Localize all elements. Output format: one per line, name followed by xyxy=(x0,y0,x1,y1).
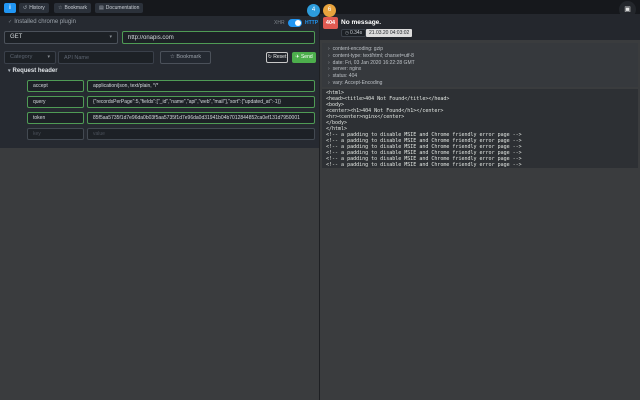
send-button[interactable]: ✈ Send xyxy=(292,52,316,63)
bullet-icon: › xyxy=(328,79,330,86)
response-header-text: content-encoding: gzip xyxy=(332,46,383,52)
status-message: No message. xyxy=(341,19,382,26)
caret-down-icon: ▾ xyxy=(8,68,11,74)
category-select[interactable]: Category ▾ xyxy=(4,51,56,64)
header-value-input[interactable] xyxy=(87,80,315,92)
bullet-icon: › xyxy=(328,46,330,52)
bookmark-nav-label: Bookmark xyxy=(64,5,87,11)
plugin-status-label: Installed chrome plugin xyxy=(14,19,76,25)
category-placeholder: Category xyxy=(10,54,33,60)
orange-count-badge[interactable]: 6 xyxy=(323,4,336,17)
response-header-text: status: 404 xyxy=(332,73,358,80)
xhr-http-toggle[interactable] xyxy=(288,19,302,27)
response-header-text: content-type: text/html; charset=utf-8 xyxy=(332,52,414,59)
info-button[interactable]: i xyxy=(4,3,16,13)
documentation-button[interactable]: ▤ Documentation xyxy=(95,3,144,13)
request-header-label: Request header xyxy=(12,68,58,74)
timestamp-badge: 21.03.20 04:03:02 xyxy=(366,29,413,37)
response-header-line[interactable]: › server: nginx xyxy=(328,66,638,73)
mode-label-http: HTTP xyxy=(305,20,319,26)
api-name-input[interactable] xyxy=(58,51,154,64)
header-key-input[interactable] xyxy=(27,96,84,108)
send-icon: ✈ xyxy=(295,54,300,60)
document-icon: ▤ xyxy=(99,5,104,11)
bullet-icon: › xyxy=(328,66,330,73)
request-panel: ✓ Installed chrome plugin XHR HTTP GET ▾ … xyxy=(0,16,319,148)
reset-icon: ↻ xyxy=(267,54,272,60)
star-icon: ☆ xyxy=(169,54,175,60)
reset-label: Reset xyxy=(273,54,287,60)
bookmark-save-label: Bookmark xyxy=(176,54,202,60)
clock-icon: ◷ xyxy=(345,30,349,35)
header-key-input-empty[interactable] xyxy=(27,128,84,140)
response-header-text: server: nginx xyxy=(332,66,362,73)
history-label: History xyxy=(29,5,45,11)
response-header-bar: 404 No message. ◷0.34s 21.03.20 04:03:02 xyxy=(320,14,640,40)
bookmark-nav-button[interactable]: ☆ Bookmark xyxy=(54,3,91,13)
box-icon: ▣ xyxy=(624,6,631,13)
check-icon: ✓ xyxy=(8,19,13,25)
mode-label-xhr: XHR xyxy=(274,20,285,26)
response-body-line: <!-- a padding to disable MSIE and Chrom… xyxy=(326,162,522,168)
blue-count-badge[interactable]: 4 xyxy=(307,4,320,17)
panel-divider xyxy=(319,16,320,400)
history-icon: ↺ xyxy=(23,5,28,11)
response-time-button[interactable]: ◷0.34s xyxy=(341,29,367,37)
response-header-line[interactable]: › content-encoding: gzip xyxy=(328,46,638,53)
response-header-text: date: Fri, 03 Jan 2020 16:22:28 GMT xyxy=(332,59,415,66)
app-window: i ↺ History ☆ Bookmark ▤ Documentation 4 6 … xyxy=(0,0,640,400)
chevron-down-icon: ▾ xyxy=(47,54,50,60)
response-header-line[interactable]: › vary: Accept-Encoding xyxy=(328,80,638,87)
status-badge: 404 xyxy=(323,17,338,29)
method-select[interactable]: GET ▾ xyxy=(4,31,118,44)
send-label: Send xyxy=(300,54,313,60)
response-time-label: 0.34s xyxy=(349,30,363,36)
response-header-line[interactable]: › content-type: text/html; charset=utf-8 xyxy=(328,53,638,60)
chevron-down-icon: ▾ xyxy=(109,34,112,40)
header-value-input[interactable] xyxy=(87,112,315,124)
request-header-section[interactable]: ▾ Request header xyxy=(8,68,58,74)
response-header-line[interactable]: › date: Fri, 03 Jan 2020 16:22:28 GMT xyxy=(328,60,638,67)
header-value-input[interactable] xyxy=(87,96,315,108)
toggle-knob xyxy=(295,20,301,26)
method-value: GET xyxy=(10,34,23,40)
bookmark-save-button[interactable]: ☆ Bookmark xyxy=(160,51,211,64)
response-header-line[interactable]: › status: 404 xyxy=(328,73,638,80)
response-body: <html> <head><title>404 Not Found</title… xyxy=(322,89,638,168)
header-key-input[interactable] xyxy=(27,80,84,92)
history-button[interactable]: ↺ History xyxy=(19,3,49,13)
star-icon: ☆ xyxy=(58,5,63,11)
response-headers-list: › content-encoding: gzip › content-type: t… xyxy=(322,43,638,87)
header-value-input-empty[interactable] xyxy=(87,128,315,140)
header-key-input[interactable] xyxy=(27,112,84,124)
bullet-icon: › xyxy=(328,73,330,80)
response-header-text: vary: Accept-Encoding xyxy=(332,79,383,86)
bullet-icon: › xyxy=(328,59,330,66)
url-input[interactable] xyxy=(122,31,315,44)
reset-button[interactable]: ↻ Reset xyxy=(266,52,288,63)
documentation-label: Documentation xyxy=(105,5,140,11)
bullet-icon: › xyxy=(328,52,330,59)
plugin-status: ✓ Installed chrome plugin xyxy=(8,19,76,25)
